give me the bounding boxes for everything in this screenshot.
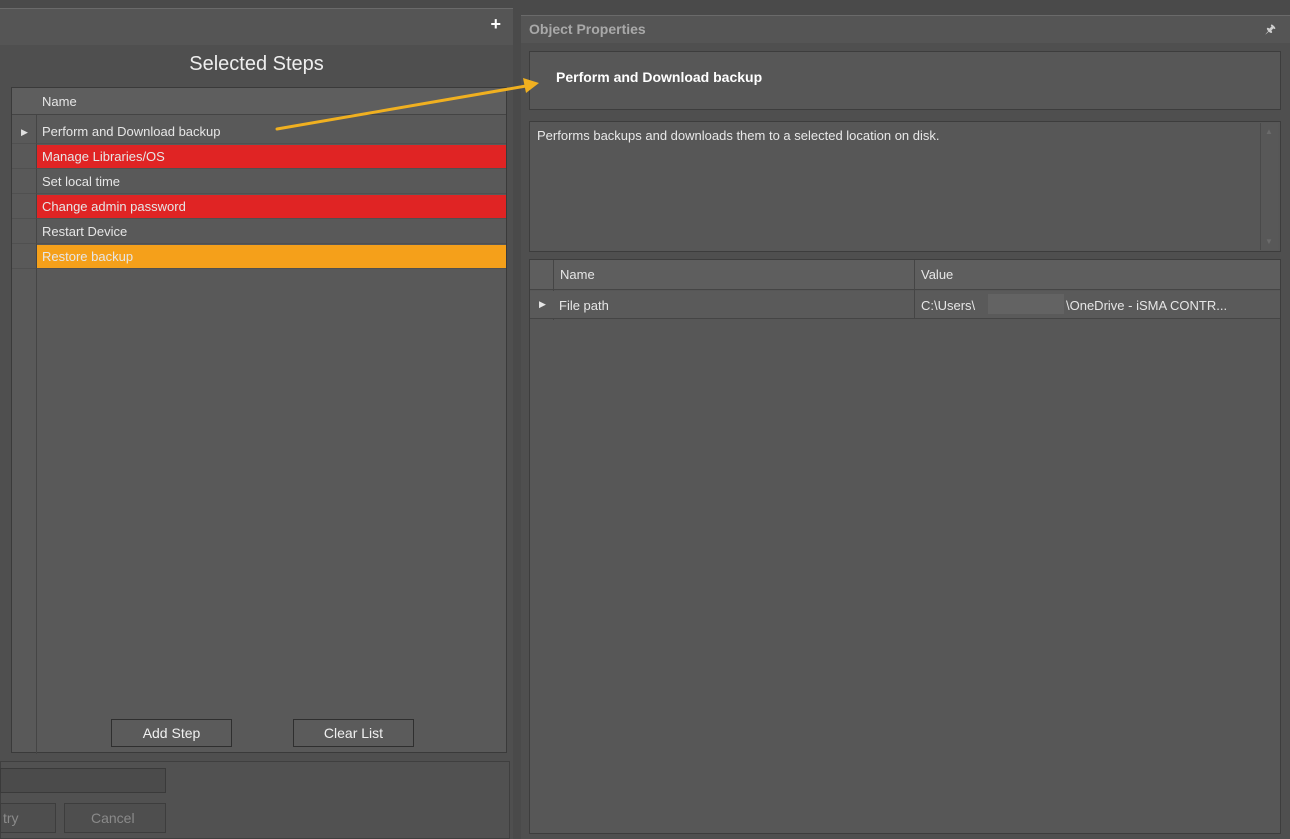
row-indicator[interactable] — [12, 170, 37, 194]
step-row[interactable]: Set local time — [12, 170, 506, 194]
step-row[interactable]: ▶ Perform and Download backup — [12, 120, 506, 144]
selected-steps-title: Selected Steps — [189, 53, 324, 75]
step-row[interactable]: Change admin password — [12, 195, 506, 219]
add-step-button[interactable]: Add Step — [111, 719, 232, 747]
row-indicator[interactable]: ▶ — [12, 120, 37, 144]
property-value-header[interactable]: Value — [921, 267, 953, 282]
description-text: Performs backups and downloads them to a… — [537, 128, 940, 143]
property-value-prefix: C:\Users\ — [921, 298, 976, 313]
step-name: Set local time — [37, 170, 506, 194]
expand-arrow-icon[interactable]: ▶ — [539, 299, 546, 310]
left-panel-header: + — [0, 8, 513, 45]
name-column-header[interactable]: Name — [42, 94, 77, 109]
object-title: Perform and Download backup — [556, 69, 763, 85]
properties-grid-header: Name Value — [530, 260, 1280, 290]
properties-grid: Name Value ▶ File path C:\Users\ \OneDri… — [529, 259, 1281, 834]
object-properties-title: Object Properties — [529, 21, 646, 37]
retry-button[interactable]: try — [0, 803, 56, 833]
step-name: Restart Device — [37, 220, 506, 244]
step-row[interactable]: Restart Device — [12, 220, 506, 244]
scroll-down-icon[interactable]: ▼ — [1265, 237, 1273, 246]
property-name-header[interactable]: Name — [560, 267, 595, 282]
step-name: Restore backup — [37, 245, 506, 269]
selected-steps-grid: Name ▶ Perform and Download backup Manage … — [11, 87, 507, 754]
step-row[interactable]: Restore backup — [12, 245, 506, 269]
step-name: Perform and Download backup — [37, 120, 506, 144]
property-row[interactable]: ▶ File path C:\Users\ \OneDrive - iSMA C… — [530, 291, 1280, 319]
row-indicator[interactable] — [12, 145, 37, 169]
description-scrollbar[interactable]: ▲ ▼ — [1260, 123, 1278, 250]
column-divider — [914, 260, 915, 319]
clear-list-button[interactable]: Clear List — [293, 719, 414, 747]
pin-icon[interactable]: 🖈 — [1265, 20, 1276, 41]
bottom-input-field[interactable] — [0, 768, 166, 793]
step-name: Manage Libraries/OS — [37, 145, 506, 169]
redacted-username — [988, 294, 1064, 314]
current-row-arrow-icon: ▶ — [21, 127, 28, 137]
property-name: File path — [559, 298, 609, 313]
step-name: Change admin password — [37, 195, 506, 219]
row-indicator[interactable] — [12, 195, 37, 219]
grid-header: Name — [12, 88, 506, 115]
cancel-button[interactable]: Cancel — [64, 803, 166, 833]
row-indicator[interactable] — [12, 245, 37, 269]
row-indicator[interactable] — [12, 220, 37, 244]
property-value-suffix: \OneDrive - iSMA CONTR... — [1066, 298, 1228, 313]
step-row[interactable]: Manage Libraries/OS — [12, 145, 506, 169]
scroll-up-icon[interactable]: ▲ — [1265, 127, 1273, 136]
add-icon[interactable]: + — [490, 15, 501, 33]
